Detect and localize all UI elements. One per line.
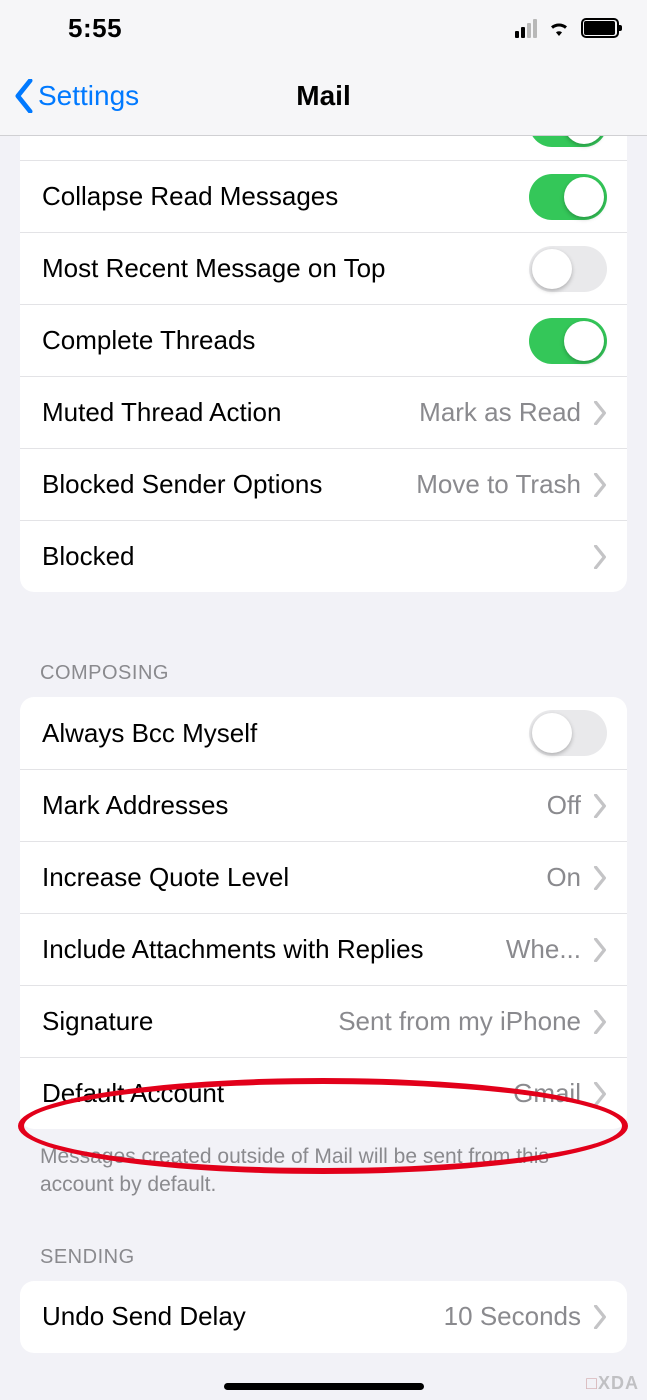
row-label: Always Bcc Myself	[42, 718, 257, 749]
chevron-right-icon	[593, 1010, 607, 1034]
row-label: Blocked Sender Options	[42, 469, 322, 500]
chevron-right-icon	[593, 794, 607, 818]
row-label: Complete Threads	[42, 325, 255, 356]
chevron-left-icon	[14, 79, 34, 113]
back-button[interactable]: Settings	[14, 79, 139, 113]
status-time: 5:55	[28, 13, 122, 44]
wifi-icon	[547, 16, 571, 40]
row-label: Increase Quote Level	[42, 862, 289, 893]
watermark: □XDA	[586, 1373, 639, 1394]
row-label: Include Attachments with Replies	[42, 934, 424, 965]
toggle-switch[interactable]	[529, 136, 607, 147]
chevron-right-icon	[593, 938, 607, 962]
row-value: On	[546, 862, 581, 893]
row-value: Off	[547, 790, 581, 821]
cellular-icon	[515, 18, 537, 38]
sending-header: SENDING	[0, 1236, 647, 1281]
blocked-row[interactable]: Blocked	[20, 520, 627, 592]
muted-thread-action-row[interactable]: Muted Thread Action Mark as Read	[20, 376, 627, 448]
sending-group: Undo Send Delay 10 Seconds	[20, 1281, 627, 1353]
chevron-right-icon	[593, 866, 607, 890]
most-recent-message-on-top-row[interactable]: Most Recent Message on Top	[20, 232, 627, 304]
row-label: Mark Addresses	[42, 790, 228, 821]
row-label: Default Account	[42, 1078, 224, 1109]
nav-bar: Settings Mail	[0, 56, 647, 136]
undo-send-delay-row[interactable]: Undo Send Delay 10 Seconds	[20, 1281, 627, 1353]
mark-addresses-row[interactable]: Mark Addresses Off	[20, 769, 627, 841]
row-value: Mark as Read	[419, 397, 581, 428]
screen: 5:55 Settings Mail	[0, 0, 647, 1400]
chevron-right-icon	[593, 545, 607, 569]
row-value: Gmail	[513, 1078, 581, 1109]
complete-threads-row[interactable]: Complete Threads	[20, 304, 627, 376]
default-account-row[interactable]: Default Account Gmail	[20, 1057, 627, 1129]
row-value: Move to Trash	[416, 469, 581, 500]
toggle-switch[interactable]	[529, 318, 607, 364]
collapse-read-messages-row[interactable]: Collapse Read Messages	[20, 160, 627, 232]
threading-row-partial[interactable]	[20, 136, 627, 160]
battery-icon	[581, 18, 619, 38]
row-label: Signature	[42, 1006, 153, 1037]
signature-row[interactable]: Signature Sent from my iPhone	[20, 985, 627, 1057]
row-label: Undo Send Delay	[42, 1301, 246, 1332]
status-icons	[515, 16, 619, 40]
status-bar: 5:55	[0, 0, 647, 56]
row-label: Blocked	[42, 541, 135, 572]
toggle-switch[interactable]	[529, 246, 607, 292]
increase-quote-level-row[interactable]: Increase Quote Level On	[20, 841, 627, 913]
always-bcc-myself-row[interactable]: Always Bcc Myself	[20, 697, 627, 769]
row-value: Whe...	[506, 934, 581, 965]
home-indicator[interactable]	[224, 1383, 424, 1390]
page-title: Mail	[296, 80, 350, 112]
toggle-switch[interactable]	[529, 710, 607, 756]
blocked-sender-options-row[interactable]: Blocked Sender Options Move to Trash	[20, 448, 627, 520]
row-value: 10 Seconds	[444, 1301, 581, 1332]
composing-group: Always Bcc Myself Mark Addresses Off Inc…	[20, 697, 627, 1129]
chevron-right-icon	[593, 473, 607, 497]
toggle-switch[interactable]	[529, 174, 607, 220]
row-label: Most Recent Message on Top	[42, 253, 385, 284]
composing-footer: Messages created outside of Mail will be…	[0, 1129, 647, 1236]
chevron-right-icon	[593, 401, 607, 425]
threading-group: Collapse Read Messages Most Recent Messa…	[20, 136, 627, 592]
back-label: Settings	[38, 80, 139, 112]
composing-header: COMPOSING	[0, 652, 647, 697]
row-label: Muted Thread Action	[42, 397, 281, 428]
chevron-right-icon	[593, 1082, 607, 1106]
chevron-right-icon	[593, 1305, 607, 1329]
content-scroll[interactable]: Collapse Read Messages Most Recent Messa…	[0, 136, 647, 1400]
include-attachments-with-replies-row[interactable]: Include Attachments with Replies Whe...	[20, 913, 627, 985]
row-label: Collapse Read Messages	[42, 181, 338, 212]
row-value: Sent from my iPhone	[338, 1006, 581, 1037]
